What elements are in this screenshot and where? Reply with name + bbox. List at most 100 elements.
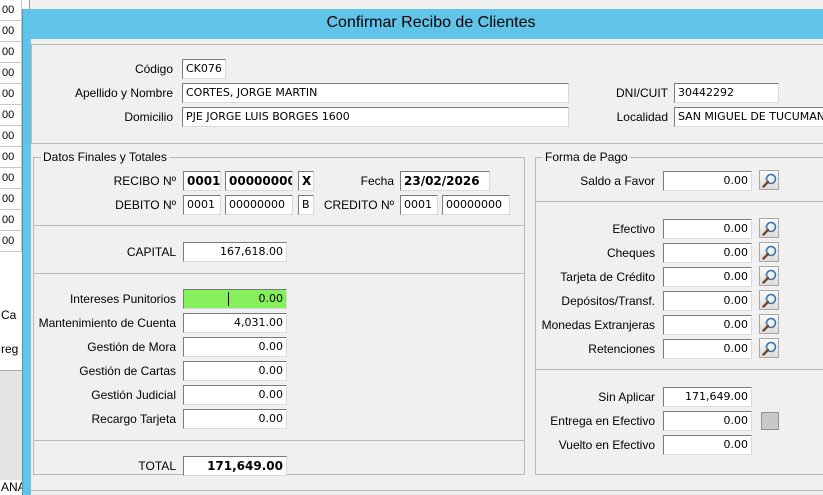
magnifier-icon: [762, 269, 777, 284]
divider: [34, 273, 524, 274]
saldo-favor-label: Saldo a Favor: [580, 174, 655, 188]
saldo-favor-lookup-button[interactable]: [759, 170, 779, 190]
client-info-panel: Código CK076 Apellido y Nombre CORTES, J…: [31, 44, 823, 144]
bg-row: 00: [0, 0, 22, 21]
magnifier-icon: [762, 341, 777, 356]
capital-label: CAPITAL: [126, 245, 176, 259]
bottom-divider: [31, 490, 823, 491]
magnifier-icon: [762, 317, 777, 332]
depositos-field[interactable]: 0.00: [663, 291, 752, 311]
bg-row: 00: [0, 42, 22, 63]
text-caret: [228, 292, 229, 306]
sin-aplicar-field[interactable]: 171,649.00: [663, 387, 752, 407]
vuelto-efectivo-field[interactable]: 0.00: [663, 435, 752, 455]
saldo-favor-field[interactable]: 0.00: [663, 171, 752, 191]
method-label: Efectivo: [612, 222, 655, 236]
entrega-efectivo-label: Entrega en Efectivo: [550, 414, 655, 428]
gestion-cartas-field[interactable]: 0.00: [183, 361, 287, 381]
gestion-judicial-field[interactable]: 0.00: [183, 385, 287, 405]
debito-letra-field[interactable]: B: [298, 195, 314, 215]
recibo-letra-field[interactable]: X: [298, 171, 314, 191]
bg-row: 00: [0, 105, 22, 126]
bg-row: 00: [0, 147, 22, 168]
charge-label: Recargo Tarjeta: [91, 412, 177, 426]
charge-label: Gestión de Cartas: [79, 364, 176, 378]
magnifier-icon: [762, 173, 777, 188]
intereses-punitorios-field[interactable]: 0.00: [183, 289, 287, 309]
mantenimiento-cuenta-field[interactable]: 4,031.00: [183, 313, 287, 333]
recargo-tarjeta-field[interactable]: 0.00: [183, 409, 287, 429]
retenciones-field[interactable]: 0.00: [663, 339, 752, 359]
bg-row: 00: [0, 189, 22, 210]
credito-pv-field[interactable]: 0001: [400, 195, 438, 215]
localidad-field[interactable]: SAN MIGUEL DE TUCUMAN: [674, 107, 823, 127]
dni-field[interactable]: 30442292: [674, 83, 779, 103]
codigo-label: Código: [134, 62, 173, 76]
entrega-efectivo-field[interactable]: 0.00: [663, 411, 752, 431]
apellido-label: Apellido y Nombre: [74, 86, 173, 100]
tarjeta-credito-lookup-button[interactable]: [759, 266, 779, 286]
fecha-field[interactable]: 23/02/2026: [400, 171, 490, 191]
sin-aplicar-label: Sin Aplicar: [598, 390, 655, 404]
entrega-efectivo-button[interactable]: [761, 412, 779, 430]
divider: [34, 440, 524, 441]
datos-finales-group: Datos Finales y Totales RECIBO Nº 0001 0…: [33, 150, 525, 476]
debito-label: DEBITO Nº: [115, 198, 176, 212]
bg-row: 00: [0, 210, 22, 231]
bg-row: 00: [0, 21, 22, 42]
dni-label: DNI/CUIT: [616, 86, 668, 100]
credito-num-field[interactable]: 00000000: [442, 195, 510, 215]
window-title[interactable]: Confirmar Recibo de Clientes: [23, 9, 823, 39]
recibo-num-field[interactable]: 00000000: [225, 171, 293, 191]
charge-label: Gestión de Mora: [87, 340, 176, 354]
retenciones-lookup-button[interactable]: [759, 338, 779, 358]
method-label: Monedas Extranjeras: [541, 318, 655, 332]
charge-label: Mantenimiento de Cuenta: [38, 316, 176, 330]
magnifier-icon: [762, 293, 777, 308]
divider: [34, 225, 524, 226]
domicilio-label: Domicilio: [124, 110, 173, 124]
divider: [536, 369, 823, 370]
capital-field[interactable]: 167,618.00: [183, 242, 287, 262]
datos-finales-title: Datos Finales y Totales: [41, 150, 169, 164]
domicilio-field[interactable]: PJE JORGE LUIS BORGES 1600: [182, 107, 569, 127]
debito-pv-field[interactable]: 0001: [183, 195, 221, 215]
monedas-extranjeras-lookup-button[interactable]: [759, 314, 779, 334]
localidad-label: Localidad: [616, 110, 668, 124]
confirmar-recibo-window[interactable]: Confirmar Recibo de Clientes Código CK07…: [22, 9, 823, 495]
cheques-field[interactable]: 0.00: [663, 243, 752, 263]
magnifier-icon: [762, 221, 777, 236]
depositos-lookup-button[interactable]: [759, 290, 779, 310]
codigo-field[interactable]: CK076: [182, 59, 226, 79]
cheques-lookup-button[interactable]: [759, 242, 779, 262]
charge-label: Intereses Punitorios: [69, 292, 176, 306]
recibo-pv-field[interactable]: 0001: [183, 171, 221, 191]
gestion-mora-field[interactable]: 0.00: [183, 337, 287, 357]
bg-row: 00: [0, 231, 22, 252]
recibo-label: RECIBO Nº: [113, 174, 176, 188]
total-label: TOTAL: [138, 459, 176, 473]
debito-num-field[interactable]: 00000000: [225, 195, 293, 215]
tarjeta-credito-field[interactable]: 0.00: [663, 267, 752, 287]
method-label: Depósitos/Transf.: [561, 294, 655, 308]
charge-label: Gestión Judicial: [91, 388, 176, 402]
bg-row: 00: [0, 84, 22, 105]
divider: [536, 201, 823, 202]
bg-row: 00: [0, 63, 22, 84]
charge-value: 0.00: [258, 292, 284, 305]
method-label: Cheques: [606, 246, 655, 260]
forma-de-pago-group: Forma de Pago Saldo a Favor 0.00 Efectiv…: [535, 150, 823, 475]
bg-row: 00: [0, 126, 22, 147]
monedas-extranjeras-field[interactable]: 0.00: [663, 315, 752, 335]
apellido-field[interactable]: CORTES, JORGE MARTIN: [182, 83, 569, 103]
method-label: Retenciones: [588, 342, 655, 356]
vuelto-efectivo-label: Vuelto en Efectivo: [558, 438, 655, 452]
credito-label: CREDITO Nº: [323, 198, 394, 212]
total-field[interactable]: 171,649.00: [183, 456, 287, 476]
magnifier-icon: [762, 245, 777, 260]
efectivo-field[interactable]: 0.00: [663, 219, 752, 239]
forma-de-pago-title: Forma de Pago: [543, 150, 630, 164]
efectivo-lookup-button[interactable]: [759, 218, 779, 238]
window-client-area: Código CK076 Apellido y Nombre CORTES, J…: [31, 39, 823, 495]
method-label: Tarjeta de Crédito: [560, 270, 655, 284]
